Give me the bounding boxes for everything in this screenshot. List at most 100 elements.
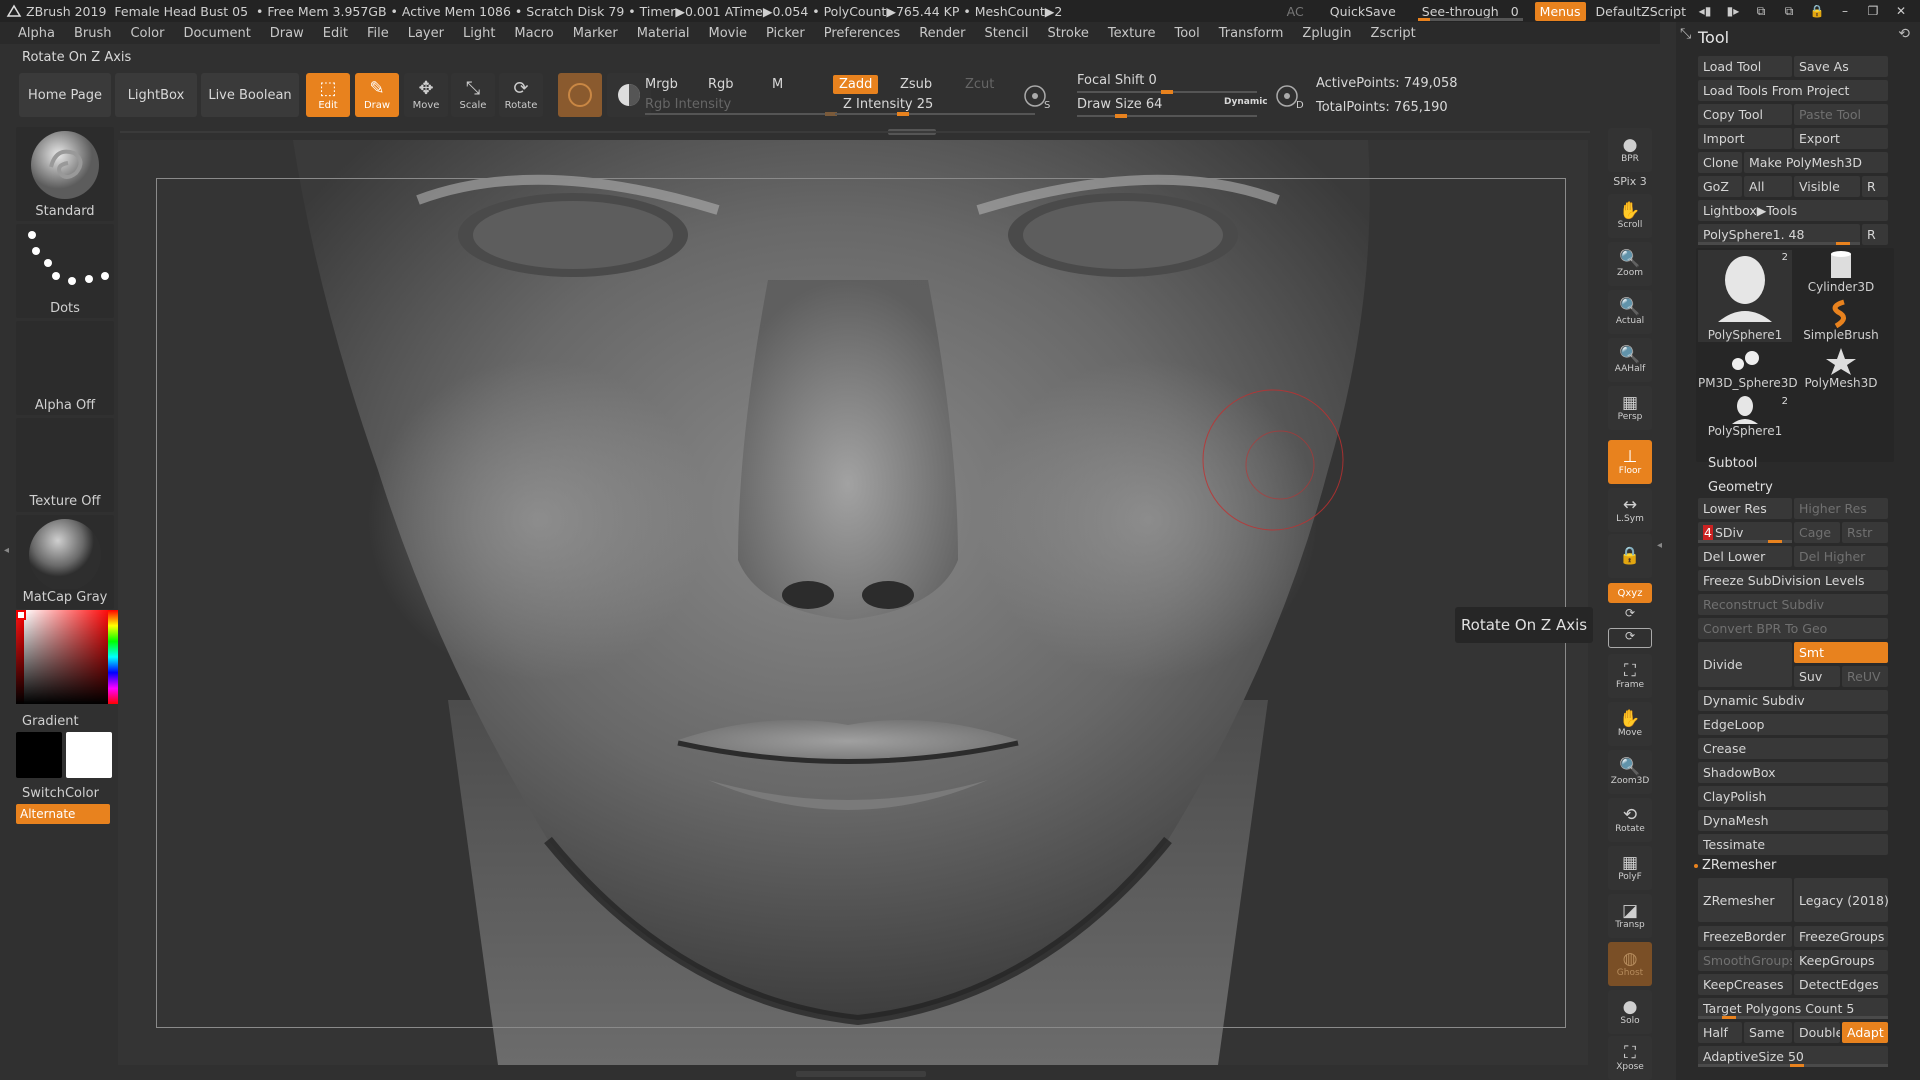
z-intensity-slider[interactable]: Z Intensity 25	[843, 97, 933, 112]
alternate-button[interactable]: Alternate	[16, 804, 110, 824]
edgeloop-section[interactable]: EdgeLoop	[1698, 714, 1888, 735]
layout-alt-icon[interactable]: ⧉	[1780, 4, 1798, 18]
zoom-button[interactable]: 🔍 Zoom	[1608, 242, 1652, 286]
menu-file[interactable]: File	[367, 26, 389, 41]
tool-thumb-cylinder3d[interactable]: Cylinder3D	[1794, 250, 1888, 294]
lower-res-button[interactable]: Lower Res	[1698, 498, 1792, 519]
tessimate-section[interactable]: Tessimate	[1698, 834, 1888, 855]
z-rotate-icon[interactable]: ⟳	[1608, 628, 1652, 648]
zadd-button[interactable]: Zadd	[833, 75, 879, 94]
menu-tool[interactable]: Tool	[1174, 26, 1199, 41]
menu-material[interactable]: Material	[637, 26, 690, 41]
move-view-button[interactable]: ✋ Move	[1608, 702, 1652, 746]
frame-button[interactable]: ⛶ Frame	[1608, 654, 1652, 698]
local-lock-button[interactable]: 🔒	[1608, 534, 1652, 578]
menu-draw[interactable]: Draw	[270, 26, 304, 41]
menu-zplugin[interactable]: Zplugin	[1302, 26, 1351, 41]
dynamesh-section[interactable]: DynaMesh	[1698, 810, 1888, 831]
primary-color-swatch[interactable]	[16, 732, 62, 778]
freeze-subdiv-button[interactable]: Freeze SubDivision Levels	[1698, 570, 1888, 591]
pin-icon[interactable]: ⤡	[1680, 26, 1691, 42]
minimize-icon[interactable]: –	[1836, 4, 1854, 18]
shadowbox-section[interactable]: ShadowBox	[1698, 762, 1888, 783]
tool-thumb-pm3d-sphere3d[interactable]: PM3D_Sphere3D	[1698, 346, 1798, 390]
tool-thumb-polysphere1-small[interactable]: 2 PolySphere1	[1698, 394, 1792, 438]
ghost-button[interactable]: ◍ Ghost	[1608, 942, 1652, 986]
load-tool-button[interactable]: Load Tool	[1698, 56, 1792, 77]
claypolish-section[interactable]: ClayPolish	[1698, 786, 1888, 807]
make-polymesh-button[interactable]: Make PolyMesh3D	[1744, 152, 1888, 173]
ac-label[interactable]: AC	[1287, 4, 1304, 19]
export-button[interactable]: Export	[1794, 128, 1888, 149]
del-higher-button[interactable]: Del Higher	[1794, 546, 1888, 567]
save-as-button[interactable]: Save As	[1794, 56, 1888, 77]
focal-shift-icon[interactable]: S	[1020, 78, 1056, 114]
lsym-button[interactable]: ↔ L.Sym	[1608, 488, 1652, 532]
persp-button[interactable]: ▦ Persp	[1608, 386, 1652, 430]
rotate-view-button[interactable]: ⟲ Rotate	[1608, 798, 1652, 842]
menu-zscript[interactable]: Zscript	[1371, 26, 1416, 41]
reconstruct-subdiv-button[interactable]: Reconstruct Subdiv	[1698, 594, 1888, 615]
maximize-icon[interactable]: ❐	[1864, 4, 1882, 18]
xpose-button[interactable]: ⛶ Xpose	[1608, 1036, 1652, 1080]
actual-button[interactable]: 🔍 Actual	[1608, 290, 1652, 334]
menu-layer[interactable]: Layer	[408, 26, 444, 41]
switchcolor-button[interactable]: SwitchColor	[16, 786, 114, 801]
keepcreases-toggle[interactable]: KeepCreases	[1698, 974, 1792, 995]
draw-size-slider[interactable]: Draw Size 64	[1077, 97, 1162, 112]
default-script-button[interactable]: DefaultZScript	[1596, 4, 1687, 19]
higher-res-button[interactable]: Higher Res	[1794, 498, 1888, 519]
spix-setting[interactable]: SPix 3	[1608, 175, 1652, 188]
menu-light[interactable]: Light	[463, 26, 495, 41]
zremesher-button[interactable]: ZRemesher	[1698, 878, 1792, 922]
draw-size-icon[interactable]: D	[1272, 78, 1308, 114]
clone-button[interactable]: Clone	[1698, 152, 1742, 173]
left-tray-collapse-icon[interactable]: ◂	[4, 545, 12, 565]
bottom-scroll-handle[interactable]	[796, 1071, 926, 1077]
goz-all-button[interactable]: All	[1744, 176, 1792, 197]
focal-shift-slider[interactable]: Focal Shift 0	[1077, 73, 1157, 88]
xyz-rotate-button[interactable]: Qxyz	[1608, 583, 1652, 603]
rgb-intensity-slider[interactable]: Rgb Intensity	[645, 97, 731, 112]
goz-button[interactable]: GoZ	[1698, 176, 1742, 197]
del-lower-button[interactable]: Del Lower	[1698, 546, 1792, 567]
menu-picker[interactable]: Picker	[766, 26, 805, 41]
mrgb-button[interactable]: Mrgb	[645, 77, 678, 92]
polyf-button[interactable]: ▦ PolyF	[1608, 846, 1652, 890]
aahalf-button[interactable]: 🔍 AAHalf	[1608, 338, 1652, 382]
quicksave-button[interactable]: QuickSave	[1330, 4, 1396, 19]
layout-next-icon[interactable]: ▮▸	[1724, 4, 1742, 18]
cage-button[interactable]: Cage	[1794, 522, 1840, 543]
legacy-button[interactable]: Legacy (2018)	[1794, 878, 1888, 922]
freezeborder-toggle[interactable]: FreezeBorder	[1698, 926, 1792, 947]
see-through-slider[interactable]: See-through 0	[1416, 4, 1525, 21]
dynamic-toggle[interactable]: Dynamic	[1224, 97, 1268, 107]
draw-mode-button[interactable]: ✎ Draw	[355, 73, 399, 117]
menu-stencil[interactable]: Stencil	[984, 26, 1028, 41]
menu-macro[interactable]: Macro	[514, 26, 553, 41]
m-button[interactable]: M	[772, 77, 783, 92]
geometry-section[interactable]: Geometry	[1708, 480, 1773, 495]
canvas-viewport[interactable]	[118, 140, 1588, 1065]
tool-thumb-polysphere1[interactable]: 2 PolySphere1	[1698, 250, 1792, 342]
move-mode-button[interactable]: ✥ Move	[404, 73, 448, 117]
convert-bpr-button[interactable]: Convert BPR To Geo	[1698, 618, 1888, 639]
zremesher-section[interactable]: ZRemesher	[1702, 858, 1776, 873]
smoothgroups-slider[interactable]: SmoothGroups	[1698, 950, 1792, 971]
crease-section[interactable]: Crease	[1698, 738, 1888, 759]
color-picker[interactable]	[16, 610, 120, 704]
double-button[interactable]: Double	[1794, 1022, 1840, 1043]
tool-r-button[interactable]: R	[1862, 224, 1888, 245]
goz-r-button[interactable]: R	[1862, 176, 1888, 197]
live-boolean-button[interactable]: Live Boolean	[201, 73, 299, 117]
dynamic-subdiv-section[interactable]: Dynamic Subdiv	[1698, 690, 1888, 711]
palette-reset-icon[interactable]: ⟲	[1898, 26, 1910, 42]
menu-color[interactable]: Color	[130, 26, 164, 41]
paste-tool-button[interactable]: Paste Tool	[1794, 104, 1888, 125]
layout-icon[interactable]: ⧉	[1752, 4, 1770, 18]
home-page-button[interactable]: Home Page	[19, 73, 111, 117]
menus-toggle[interactable]: Menus	[1534, 1, 1586, 21]
layout-prev-icon[interactable]: ◂▮	[1696, 4, 1714, 18]
solo-button[interactable]: ● Solo	[1608, 990, 1652, 1034]
menu-texture[interactable]: Texture	[1108, 26, 1156, 41]
